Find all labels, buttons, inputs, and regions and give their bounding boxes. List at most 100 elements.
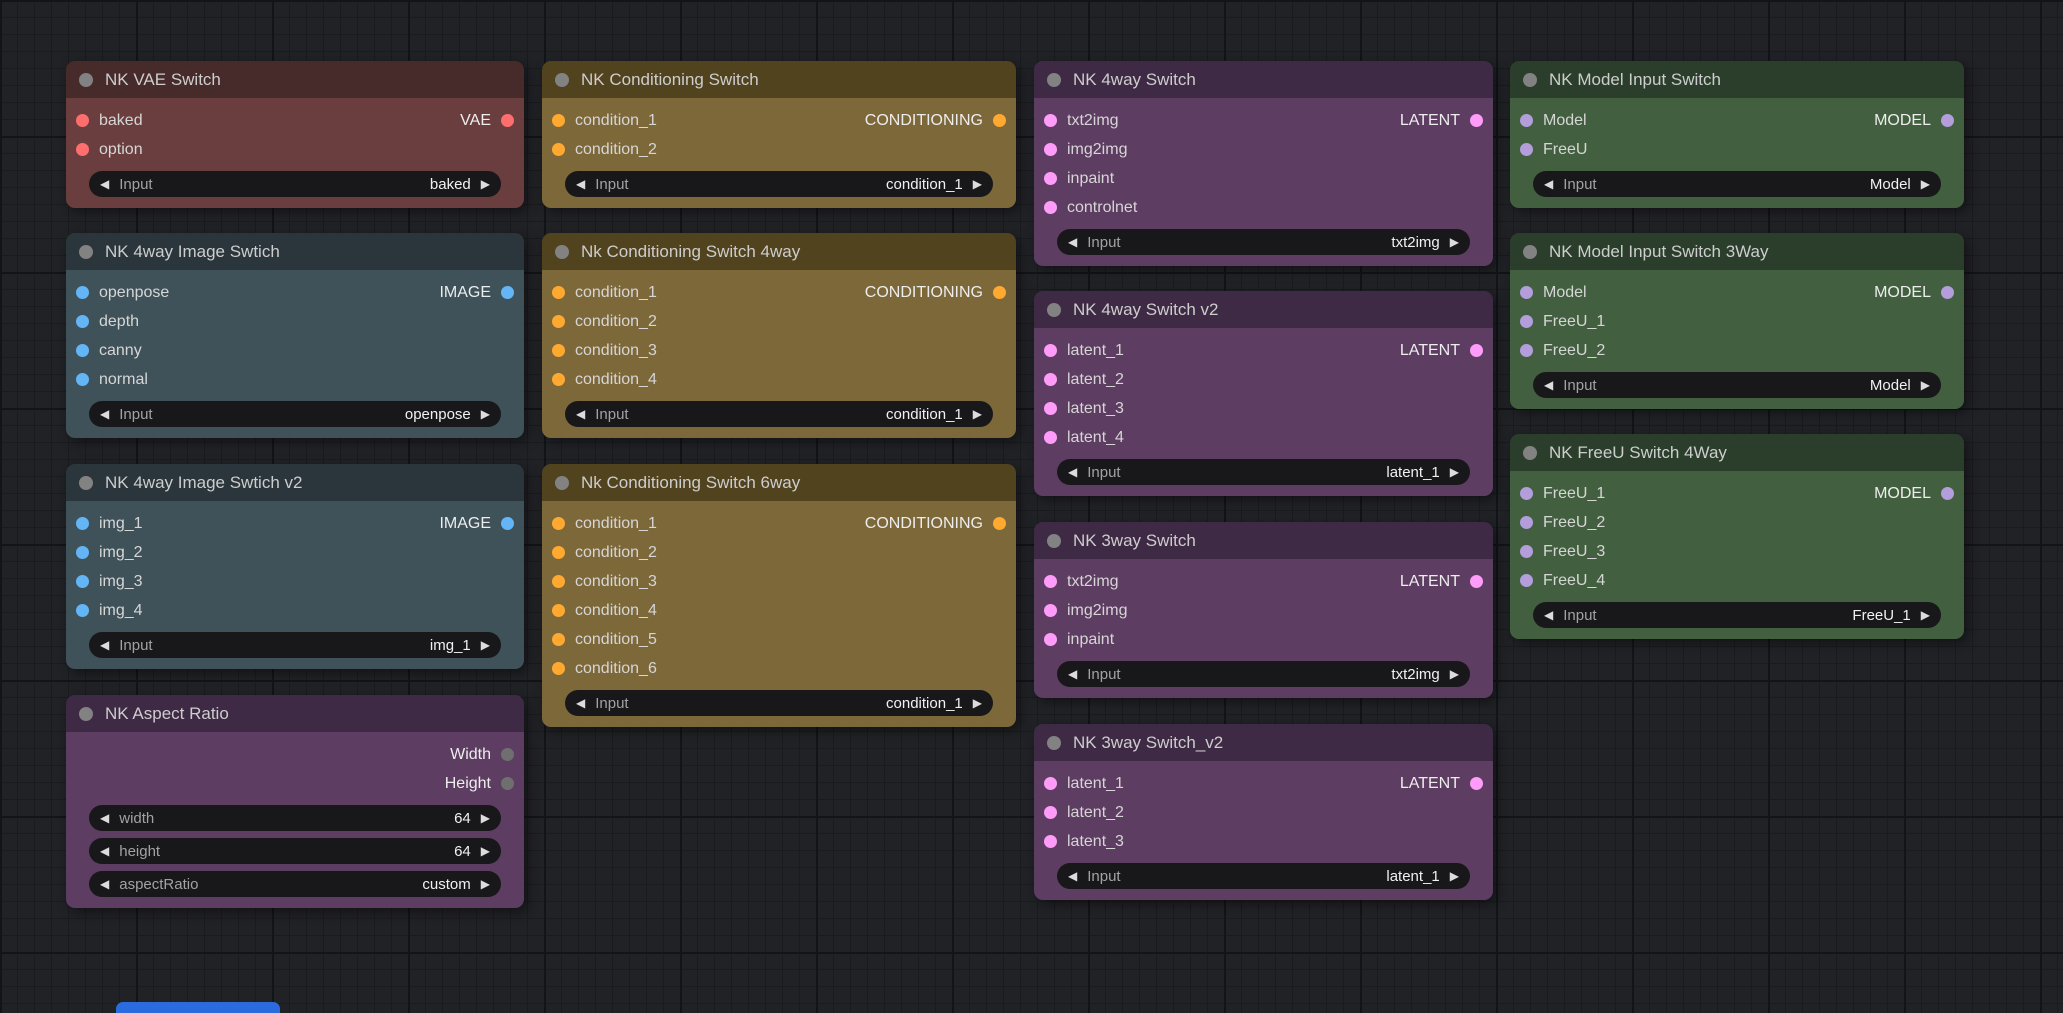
- widget-input[interactable]: ◀InputModel▶: [1533, 372, 1941, 398]
- widget-width[interactable]: ◀width64▶: [89, 805, 501, 831]
- collapse-dot-icon[interactable]: [1523, 73, 1537, 87]
- node-header[interactable]: Nk Conditioning Switch 4way: [542, 233, 1016, 270]
- widget-decrement-arrow-icon[interactable]: ◀: [1068, 870, 1077, 882]
- node-header[interactable]: NK 3way Switch_v2: [1034, 724, 1493, 761]
- input-slot-dot[interactable]: [1044, 604, 1057, 617]
- input-slot-dot[interactable]: [1520, 574, 1533, 587]
- input-slot[interactable]: condition_6: [552, 660, 657, 678]
- input-slot[interactable]: img_4: [76, 602, 143, 620]
- widget-increment-arrow-icon[interactable]: ▶: [1450, 870, 1459, 882]
- node-nk-model-input-switch[interactable]: NK Model Input SwitchModelMODELFreeU◀Inp…: [1510, 61, 1964, 208]
- node-header[interactable]: NK Conditioning Switch: [542, 61, 1016, 98]
- input-slot[interactable]: latent_1: [1044, 775, 1124, 793]
- widget-decrement-arrow-icon[interactable]: ◀: [1068, 466, 1077, 478]
- widget-input[interactable]: ◀Inputcondition_1▶: [565, 690, 993, 716]
- node-header[interactable]: NK 4way Switch v2: [1034, 291, 1493, 328]
- input-slot[interactable]: img_2: [76, 544, 143, 562]
- input-slot[interactable]: FreeU_1: [1520, 485, 1605, 503]
- output-slot[interactable]: CONDITIONING: [865, 112, 1006, 130]
- widget-input[interactable]: ◀Inputtxt2img▶: [1057, 661, 1470, 687]
- widget-input[interactable]: ◀Inputcondition_1▶: [565, 401, 993, 427]
- widget-increment-arrow-icon[interactable]: ▶: [1921, 379, 1930, 391]
- output-slot-dot[interactable]: [1470, 114, 1483, 127]
- input-slot[interactable]: txt2img: [1044, 573, 1119, 591]
- node-header[interactable]: Nk Conditioning Switch 6way: [542, 464, 1016, 501]
- input-slot-dot[interactable]: [76, 344, 89, 357]
- node-nk-conditioning-switch-4way[interactable]: Nk Conditioning Switch 4waycondition_1CO…: [542, 233, 1016, 438]
- output-slot[interactable]: LATENT: [1400, 775, 1483, 793]
- input-slot-dot[interactable]: [1044, 777, 1057, 790]
- offscreen-blue-node-peek[interactable]: [116, 1002, 280, 1013]
- node-header[interactable]: NK Model Input Switch 3Way: [1510, 233, 1964, 270]
- input-slot-dot[interactable]: [1044, 143, 1057, 156]
- input-slot[interactable]: condition_1: [552, 284, 657, 302]
- input-slot[interactable]: baked: [76, 112, 143, 130]
- widget-input[interactable]: ◀Inputcondition_1▶: [565, 171, 993, 197]
- input-slot[interactable]: img_3: [76, 573, 143, 591]
- output-slot[interactable]: IMAGE: [439, 284, 514, 302]
- input-slot[interactable]: FreeU_2: [1520, 342, 1605, 360]
- collapse-dot-icon[interactable]: [555, 476, 569, 490]
- widget-decrement-arrow-icon[interactable]: ◀: [1544, 609, 1553, 621]
- widget-increment-arrow-icon[interactable]: ▶: [973, 697, 982, 709]
- output-slot-dot[interactable]: [993, 286, 1006, 299]
- widget-increment-arrow-icon[interactable]: ▶: [1450, 466, 1459, 478]
- collapse-dot-icon[interactable]: [1047, 534, 1061, 548]
- input-slot-dot[interactable]: [1520, 344, 1533, 357]
- input-slot[interactable]: condition_4: [552, 602, 657, 620]
- collapse-dot-icon[interactable]: [1523, 245, 1537, 259]
- input-slot-dot[interactable]: [552, 114, 565, 127]
- output-slot-dot[interactable]: [1941, 487, 1954, 500]
- input-slot-dot[interactable]: [1520, 114, 1533, 127]
- widget-input[interactable]: ◀Inputlatent_1▶: [1057, 459, 1470, 485]
- node-nk-vae-switch[interactable]: NK VAE SwitchbakedVAEoption◀Inputbaked▶: [66, 61, 524, 208]
- widget-increment-arrow-icon[interactable]: ▶: [1921, 178, 1930, 190]
- input-slot-dot[interactable]: [552, 517, 565, 530]
- input-slot[interactable]: FreeU: [1520, 141, 1587, 159]
- widget-input[interactable]: ◀Inputopenpose▶: [89, 401, 501, 427]
- output-slot[interactable]: MODEL: [1874, 485, 1954, 503]
- widget-increment-arrow-icon[interactable]: ▶: [481, 845, 490, 857]
- input-slot-dot[interactable]: [76, 546, 89, 559]
- input-slot-dot[interactable]: [1044, 402, 1057, 415]
- widget-increment-arrow-icon[interactable]: ▶: [1921, 609, 1930, 621]
- widget-decrement-arrow-icon[interactable]: ◀: [100, 878, 109, 890]
- node-nk-4way-image-swtich[interactable]: NK 4way Image SwtichopenposeIMAGEdepthca…: [66, 233, 524, 438]
- widget-increment-arrow-icon[interactable]: ▶: [481, 408, 490, 420]
- input-slot-dot[interactable]: [1044, 373, 1057, 386]
- node-header[interactable]: NK Model Input Switch: [1510, 61, 1964, 98]
- output-slot[interactable]: LATENT: [1400, 112, 1483, 130]
- input-slot-dot[interactable]: [552, 315, 565, 328]
- node-header[interactable]: NK 4way Switch: [1034, 61, 1493, 98]
- widget-increment-arrow-icon[interactable]: ▶: [1450, 668, 1459, 680]
- input-slot-dot[interactable]: [552, 344, 565, 357]
- input-slot[interactable]: FreeU_4: [1520, 572, 1605, 590]
- input-slot[interactable]: condition_3: [552, 342, 657, 360]
- widget-increment-arrow-icon[interactable]: ▶: [481, 878, 490, 890]
- output-slot-dot[interactable]: [993, 114, 1006, 127]
- input-slot-dot[interactable]: [1044, 633, 1057, 646]
- widget-decrement-arrow-icon[interactable]: ◀: [1544, 178, 1553, 190]
- input-slot-dot[interactable]: [1520, 487, 1533, 500]
- input-slot-dot[interactable]: [1044, 575, 1057, 588]
- output-slot[interactable]: LATENT: [1400, 573, 1483, 591]
- output-slot-dot[interactable]: [1941, 114, 1954, 127]
- input-slot[interactable]: latent_2: [1044, 371, 1124, 389]
- output-slot-dot[interactable]: [501, 748, 514, 761]
- widget-decrement-arrow-icon[interactable]: ◀: [576, 178, 585, 190]
- collapse-dot-icon[interactable]: [79, 73, 93, 87]
- widget-input[interactable]: ◀InputFreeU_1▶: [1533, 602, 1941, 628]
- widget-aspectratio[interactable]: ◀aspectRatiocustom▶: [89, 871, 501, 897]
- collapse-dot-icon[interactable]: [1047, 736, 1061, 750]
- node-nk-freeu-switch-4way[interactable]: NK FreeU Switch 4WayFreeU_1MODELFreeU_2F…: [1510, 434, 1964, 639]
- input-slot-dot[interactable]: [76, 575, 89, 588]
- input-slot[interactable]: canny: [76, 342, 142, 360]
- input-slot[interactable]: option: [76, 141, 143, 159]
- input-slot-dot[interactable]: [76, 143, 89, 156]
- input-slot-dot[interactable]: [552, 633, 565, 646]
- input-slot[interactable]: latent_3: [1044, 833, 1124, 851]
- node-nk-conditioning-switch-6way[interactable]: Nk Conditioning Switch 6waycondition_1CO…: [542, 464, 1016, 727]
- input-slot-dot[interactable]: [76, 604, 89, 617]
- output-slot[interactable]: MODEL: [1874, 284, 1954, 302]
- input-slot-dot[interactable]: [552, 373, 565, 386]
